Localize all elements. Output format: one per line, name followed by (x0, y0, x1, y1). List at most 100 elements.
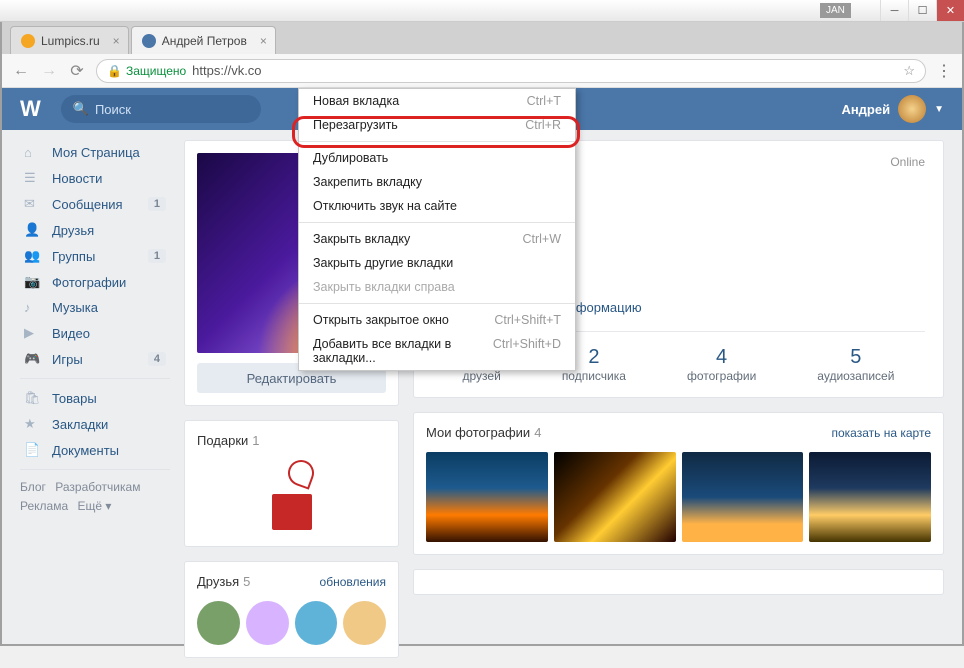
sidebar-item[interactable]: 👥 Группы 1 (20, 243, 170, 269)
menu-item: Закрыть вкладки справа (299, 275, 575, 299)
menu-item[interactable]: Отключить звук на сайте (299, 194, 575, 218)
sidebar-item[interactable]: ⌂Моя Страница (20, 140, 170, 165)
gifts-block: Подарки 1 (184, 420, 399, 547)
photo-thumb[interactable] (809, 452, 931, 542)
divider (20, 378, 170, 379)
sidebar-item-label: Новости (52, 171, 102, 186)
url-input[interactable]: 🔒 Защищено https://vk.co ☆ (96, 59, 926, 83)
friend-avatar[interactable] (295, 601, 338, 645)
stat-item[interactable]: 4фотографии (687, 346, 756, 383)
menu-item[interactable]: Закрепить вкладку (299, 170, 575, 194)
tab-vk[interactable]: Андрей Петров × (131, 26, 276, 54)
gift-image[interactable] (262, 460, 322, 530)
sidebar-item[interactable]: ☰Новости (20, 165, 170, 191)
sidebar-item-label: Группы (52, 249, 95, 264)
minimize-button[interactable]: ─ (880, 0, 908, 21)
maximize-button[interactable]: ☐ (908, 0, 936, 21)
forward-icon[interactable]: → (40, 62, 58, 80)
footer-link[interactable]: Реклама (20, 499, 68, 513)
shortcut: Ctrl+W (522, 232, 561, 246)
fav-icon: ★ (24, 416, 42, 432)
updates-link[interactable]: обновления (320, 575, 386, 589)
friend-avatar[interactable] (197, 601, 240, 645)
windows-title-bar: JAN ─ ☐ ✕ (0, 0, 964, 22)
friends-row (197, 601, 386, 645)
bookmark-icon[interactable]: ☆ (903, 63, 915, 79)
photo-thumb[interactable] (426, 452, 548, 542)
sidebar-item[interactable]: 🛍Товары (20, 385, 170, 411)
music-icon: ♪ (24, 300, 42, 315)
docs-icon: 📄 (24, 442, 42, 458)
sidebar-item[interactable]: 📄 Документы (20, 437, 170, 463)
sidebar-item-label: Игры (52, 352, 83, 367)
sidebar-item[interactable]: 📷 Фотографии (20, 269, 170, 295)
sidebar-item-label: Друзья (52, 223, 94, 238)
chevron-down-icon: ▼ (934, 104, 944, 115)
sidebar-item-label: Моя Страница (52, 145, 140, 160)
footer-link[interactable]: Разработчикам (55, 480, 140, 494)
block-title[interactable]: Мои фотографии 4 показать на карте (426, 425, 931, 440)
block-title[interactable]: Друзья 5 обновления (197, 574, 386, 589)
footer-links: Блог Разработчикам Реклама Ещё ▾ (20, 478, 170, 516)
games-icon: 🎮 (24, 351, 42, 367)
sidebar-item[interactable]: ★ Закладки (20, 411, 170, 437)
block-title[interactable]: Подарки 1 (197, 433, 386, 448)
count-badge: 4 (148, 352, 166, 366)
divider (20, 469, 170, 470)
friends-block: Друзья 5 обновления (184, 561, 399, 658)
menu-item[interactable]: Закрыть другие вкладки (299, 251, 575, 275)
close-icon[interactable]: × (113, 34, 120, 48)
sidebar-item-label: Закладки (52, 417, 108, 432)
sidebar-item-label: Документы (52, 443, 119, 458)
back-icon[interactable]: ← (12, 62, 30, 80)
friends-icon: 👤 (24, 222, 42, 238)
shortcut: Ctrl+Shift+D (493, 337, 561, 365)
chrome-menu-icon[interactable]: ⋮ (936, 61, 952, 81)
sidebar-item-label: Товары (52, 391, 97, 406)
groups-icon: 👥 (24, 248, 42, 264)
sidebar-item[interactable]: ✉Сообщения1 (20, 191, 170, 217)
sidebar-item-label: Сообщения (52, 197, 123, 212)
lock-icon: 🔒 (107, 64, 122, 78)
tab-lumpics[interactable]: Lumpics.ru × (10, 26, 129, 54)
favicon (21, 34, 35, 48)
menu-item[interactable]: Открыть закрытое окноCtrl+Shift+T (299, 308, 575, 332)
friend-avatar[interactable] (246, 601, 289, 645)
menu-item[interactable]: Закрыть вкладкуCtrl+W (299, 227, 575, 251)
msg-icon: ✉ (24, 196, 42, 212)
menu-separator (299, 303, 575, 304)
friend-avatar[interactable] (343, 601, 386, 645)
search-icon: 🔍 (73, 101, 89, 117)
menu-item[interactable]: Дублировать (299, 146, 575, 170)
photo-thumb[interactable] (682, 452, 804, 542)
reload-icon[interactable]: ⟳ (68, 62, 86, 80)
vk-logo[interactable]: W (20, 96, 41, 122)
sidebar-item-label: Видео (52, 326, 90, 341)
shortcut: Ctrl+Shift+T (494, 313, 561, 327)
menu-item[interactable]: Добавить все вкладки в закладки...Ctrl+S… (299, 332, 575, 370)
menu-item[interactable]: ПерезагрузитьCtrl+R (299, 113, 575, 137)
sidebar-item[interactable]: 🎮 Игры 4 (20, 346, 170, 372)
search-input[interactable]: 🔍 Поиск (61, 95, 261, 123)
sidebar-item[interactable]: 👤 Друзья (20, 217, 170, 243)
sidebar-item[interactable]: ♪ Музыка (20, 295, 170, 320)
photo-icon: 📷 (24, 274, 42, 290)
footer-link[interactable]: Блог (20, 480, 46, 494)
close-icon[interactable]: × (260, 34, 267, 48)
photo-thumb[interactable] (554, 452, 676, 542)
count-badge: 1 (148, 249, 166, 263)
address-bar: ← → ⟳ 🔒 Защищено https://vk.co ☆ ⋮ (2, 54, 962, 88)
show-on-map-link[interactable]: показать на карте (832, 426, 932, 440)
menu-separator (299, 141, 575, 142)
tab-title: Андрей Петров (162, 34, 247, 48)
sidebar-item-label: Фотографии (52, 275, 126, 290)
stat-item[interactable]: 5аудиозаписей (817, 346, 894, 383)
shortcut: Ctrl+R (525, 118, 561, 132)
close-button[interactable]: ✕ (936, 0, 964, 21)
sidebar-item[interactable]: ▶Видео (20, 320, 170, 346)
photos-block: Мои фотографии 4 показать на карте (413, 412, 944, 555)
footer-link[interactable]: Ещё ▾ (77, 499, 111, 513)
menu-item[interactable]: Новая вкладкаCtrl+T (299, 89, 575, 113)
header-user[interactable]: Андрей ▼ (841, 95, 944, 123)
sidebar-item-label: Музыка (52, 300, 98, 315)
